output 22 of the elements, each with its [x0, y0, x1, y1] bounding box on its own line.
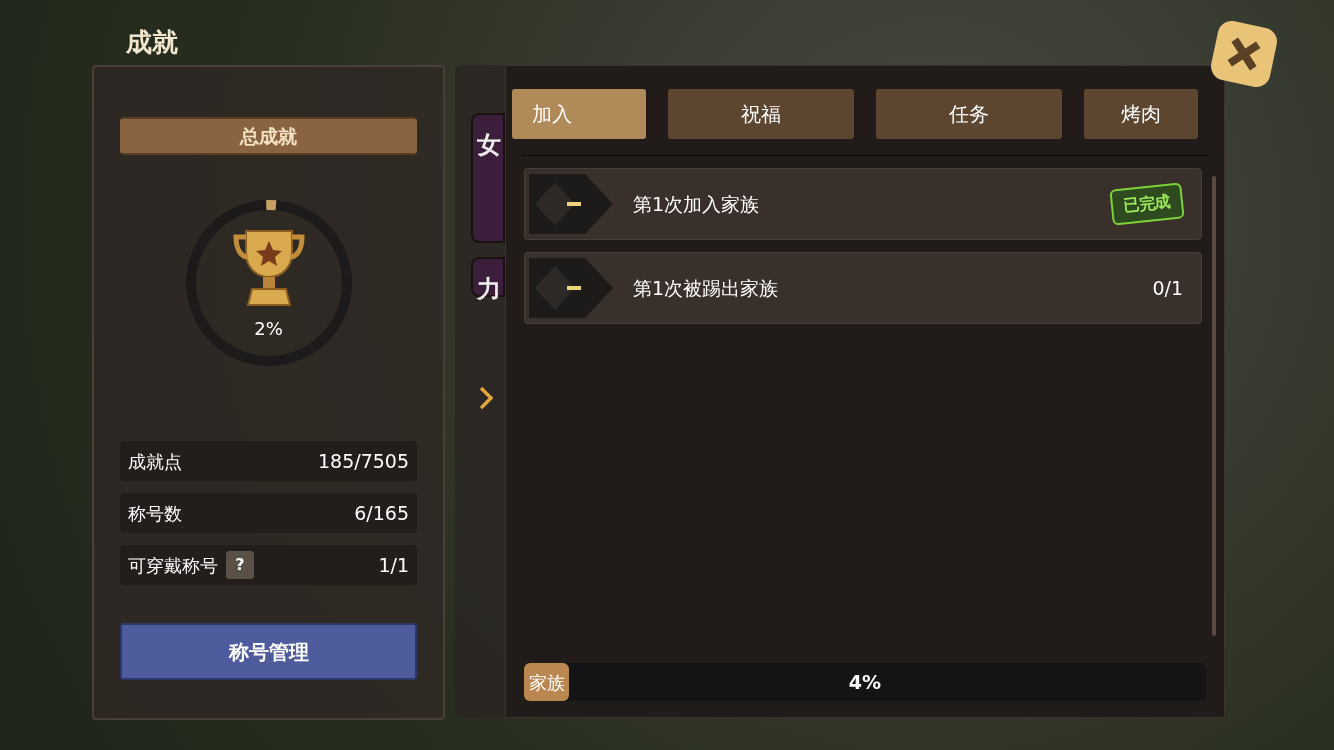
completed-badge: 已完成	[1109, 182, 1185, 226]
category-tab[interactable]: 祝福	[668, 89, 854, 139]
category-card[interactable]: 女	[471, 113, 505, 243]
header-ribbon: 总成就	[120, 117, 417, 155]
stat-label: 成就点	[128, 449, 182, 474]
progress-label: 家族	[529, 670, 565, 695]
page-title: 成就	[126, 26, 178, 59]
stat-label: 可穿戴称号	[128, 553, 218, 578]
category-tab[interactable]: 烤肉	[1084, 89, 1198, 139]
achievement-title: 第1次加入家族	[633, 191, 760, 217]
help-button[interactable]: ?	[226, 551, 254, 579]
category-tab[interactable]: 任务	[876, 89, 1062, 139]
progress-reading: 4%	[848, 669, 882, 695]
stat-value: 185/7505	[317, 448, 409, 474]
stat-label: 称号数	[128, 501, 182, 526]
progress-reading: 2%	[254, 316, 283, 341]
chevron-right-icon	[479, 385, 493, 410]
progress-count: 0/1	[1152, 275, 1183, 301]
stat-value: 6/165	[354, 500, 409, 526]
achievement-title: 第1次被踢出家族	[633, 275, 779, 301]
stat-value: 1/1	[378, 552, 409, 578]
title-manage-button[interactable]: 称号管理	[120, 623, 417, 680]
